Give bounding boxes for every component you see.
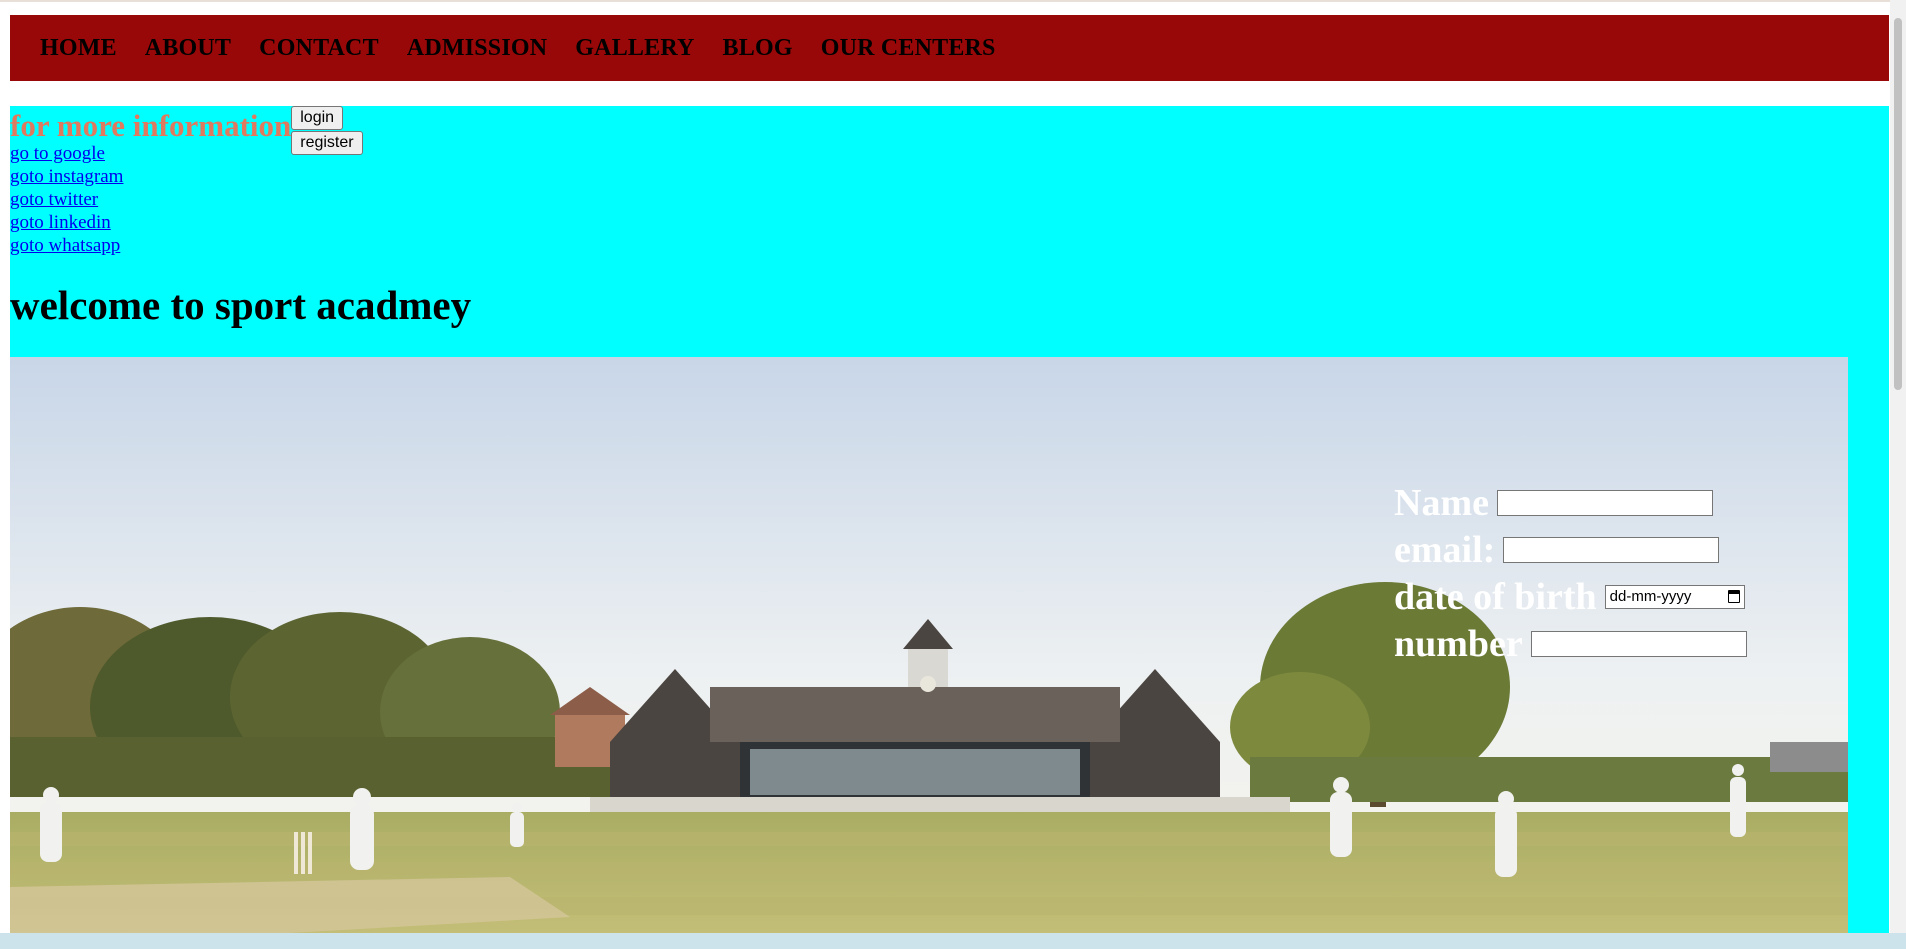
link-google[interactable]: go to google bbox=[10, 142, 123, 165]
calendar-icon[interactable] bbox=[1727, 590, 1740, 603]
registration-form: Name email: date of birth dd-mm-yyyy num… bbox=[1394, 479, 1747, 667]
link-instagram[interactable]: goto instagram bbox=[10, 165, 123, 188]
navbar: HOME ABOUT CONTACT ADMISSION GALLERY BLO… bbox=[10, 15, 1889, 81]
name-label: Name bbox=[1394, 481, 1489, 524]
nav-gallery[interactable]: GALLERY bbox=[575, 35, 694, 62]
main-section: for more information login register go t… bbox=[10, 106, 1889, 949]
link-linkedin[interactable]: goto linkedin bbox=[10, 211, 123, 234]
nav-our-centers[interactable]: OUR CENTERS bbox=[821, 35, 996, 62]
link-whatsapp[interactable]: goto whatsapp bbox=[10, 234, 123, 257]
name-row: Name bbox=[1394, 479, 1747, 526]
nav-contact[interactable]: CONTACT bbox=[259, 35, 379, 62]
register-button[interactable]: register bbox=[291, 131, 363, 155]
vertical-scrollbar[interactable] bbox=[1890, 0, 1906, 933]
dob-label: date of birth bbox=[1394, 575, 1597, 618]
nav-about[interactable]: ABOUT bbox=[145, 35, 231, 62]
dob-row: date of birth dd-mm-yyyy bbox=[1394, 573, 1747, 620]
number-label: number bbox=[1394, 622, 1523, 665]
email-input[interactable] bbox=[1503, 536, 1720, 563]
info-heading: for more information bbox=[10, 108, 292, 143]
email-row: email: bbox=[1394, 526, 1747, 573]
welcome-heading: welcome to sport acadmey bbox=[10, 282, 472, 328]
name-input[interactable] bbox=[1496, 489, 1713, 516]
page: HOME ABOUT CONTACT ADMISSION GALLERY BLO… bbox=[0, 0, 1906, 949]
nav-home[interactable]: HOME bbox=[40, 35, 117, 62]
dob-input[interactable]: dd-mm-yyyy bbox=[1604, 584, 1745, 609]
scrollbar-thumb[interactable] bbox=[1894, 18, 1902, 390]
nav-admission[interactable]: ADMISSION bbox=[407, 35, 548, 62]
nav-blog[interactable]: BLOG bbox=[723, 35, 793, 62]
login-button[interactable]: login bbox=[291, 106, 344, 130]
dob-placeholder: dd-mm-yyyy bbox=[1609, 588, 1692, 605]
link-twitter[interactable]: goto twitter bbox=[10, 188, 123, 211]
email-label: email: bbox=[1394, 528, 1496, 571]
auth-buttons: login register bbox=[291, 106, 363, 156]
top-border bbox=[0, 0, 1890, 2]
taskbar bbox=[0, 933, 1906, 949]
social-links: go to google goto instagram goto twitter… bbox=[10, 142, 123, 257]
number-input[interactable] bbox=[1530, 630, 1747, 657]
number-row: number bbox=[1394, 620, 1747, 667]
